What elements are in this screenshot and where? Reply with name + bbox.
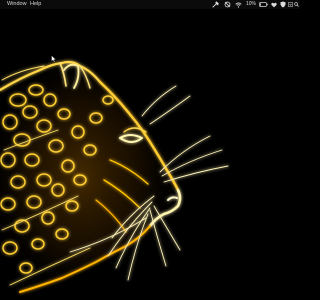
tools-icon[interactable] bbox=[210, 0, 220, 9]
battery-percent: 10% bbox=[245, 1, 256, 7]
wifi-icon[interactable] bbox=[234, 0, 242, 9]
desktop-screen: Window Help 10% bbox=[0, 0, 300, 300]
leopard-wallpaper bbox=[0, 9, 300, 300]
battery-icon[interactable] bbox=[259, 0, 268, 9]
menu-help[interactable]: Help bbox=[30, 0, 41, 9]
menu-window[interactable]: Window bbox=[7, 0, 27, 9]
menu-bar: Window Help 10% bbox=[0, 0, 300, 9]
search-icon[interactable] bbox=[293, 0, 300, 9]
no-sync-icon[interactable] bbox=[222, 0, 232, 9]
mouse-cursor bbox=[51, 55, 57, 63]
shield-icon[interactable] bbox=[279, 0, 287, 9]
heart-icon[interactable] bbox=[270, 0, 278, 9]
